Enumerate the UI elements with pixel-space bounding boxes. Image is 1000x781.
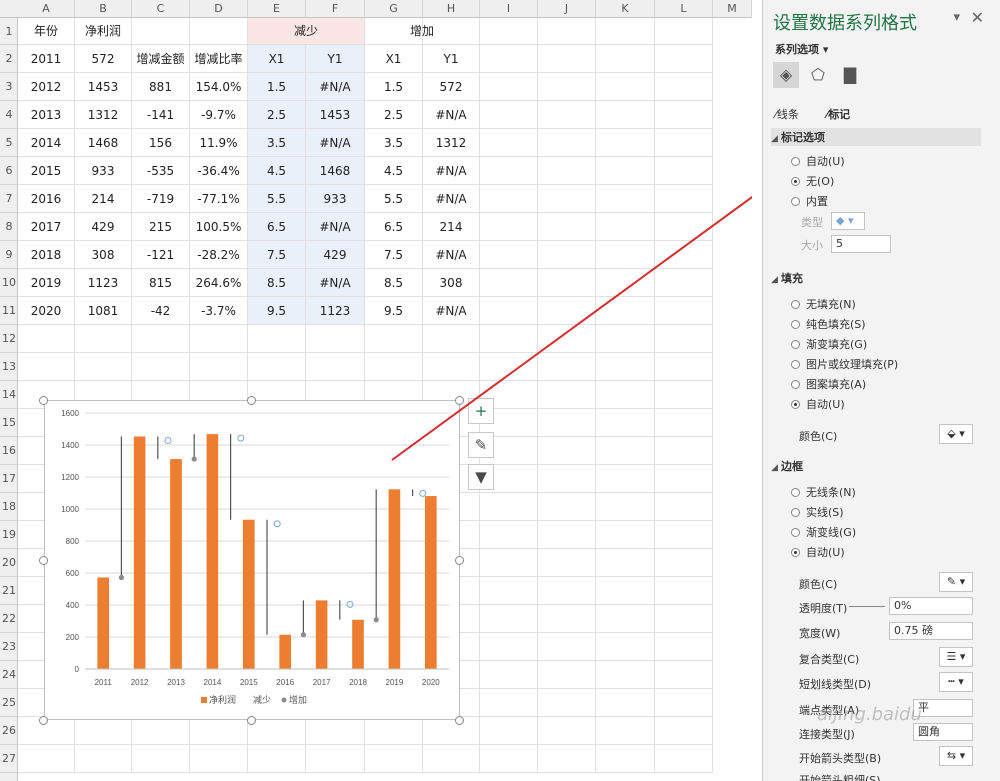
fill-color-button[interactable]: ⬙ ▾ (939, 424, 973, 444)
radio-marker-builtin[interactable]: 内置 (791, 193, 828, 209)
size-label: 大小 (801, 239, 823, 252)
pane-menu-icon[interactable]: ▾ (953, 10, 960, 25)
width-label: 宽度(W) (799, 627, 841, 640)
join-type-select[interactable]: 圆角 (913, 723, 973, 741)
radio-fill-auto[interactable]: 自动(U) (791, 396, 845, 412)
tab-marker[interactable]: ⁄标记 (826, 108, 862, 121)
radio-fill-pattern[interactable]: 图案填充(A) (791, 376, 866, 392)
spreadsheet-area[interactable]: 年份 净利润 减少 增加 2011 572 增减金额 增减比率 X1 Y1 X1 Y1 2012 1453… (0, 0, 752, 781)
width-input[interactable]: 0.75 磅 (889, 622, 973, 640)
arrow-begin-type-button[interactable]: ⇆ ▾ (939, 746, 973, 766)
dash-type-label: 短划线类型(D) (799, 678, 872, 691)
radio-marker-auto[interactable]: 自动(U) (791, 153, 845, 169)
pane-title: 设置数据系列格式 (773, 13, 917, 34)
section-marker-options[interactable]: ◢ 标记选项 (771, 128, 981, 146)
radio-fill-solid[interactable]: 纯色填充(S) (791, 316, 866, 332)
subtab-bar: ⁄线条 ⁄标记 (775, 106, 874, 122)
radio-border-gradient[interactable]: 渐变线(G) (791, 524, 856, 540)
close-icon[interactable]: ✕ (971, 8, 984, 27)
border-color-label: 颜色(C) (799, 578, 838, 591)
join-type-label: 连接类型(J) (799, 728, 855, 741)
section-fill[interactable]: ◢ 填充 (771, 270, 803, 286)
compound-type-label: 复合类型(C) (799, 653, 860, 666)
fill-color-label: 颜色(C) (799, 430, 838, 443)
radio-border-auto[interactable]: 自动(U) (791, 544, 845, 560)
fill-line-tab-icon[interactable]: ◈ (773, 62, 799, 88)
compound-type-button[interactable]: ☰ ▾ (939, 647, 973, 667)
cap-type-select[interactable]: 平 (913, 699, 973, 717)
transparency-input[interactable]: 0% (889, 597, 973, 615)
marker-type-select[interactable]: ◆ ▾ (831, 212, 865, 230)
marker-size-input[interactable]: 5 (831, 235, 891, 253)
transparency-label: 透明度(T) (799, 602, 848, 615)
section-border[interactable]: ◢ 边框 (771, 458, 803, 474)
radio-border-none[interactable]: 无线条(N) (791, 484, 856, 500)
series-options-tab-icon[interactable]: ▇ (837, 62, 863, 88)
watermark: aijing.baidu (817, 704, 922, 725)
effects-tab-icon[interactable]: ⬠ (805, 62, 831, 88)
arrow-begin-type-label: 开始箭头类型(B) (799, 752, 882, 765)
radio-fill-gradient[interactable]: 渐变填充(G) (791, 336, 867, 352)
border-color-button[interactable]: ✎ ▾ (939, 572, 973, 592)
radio-fill-picture[interactable]: 图片或纹理填充(P) (791, 356, 898, 372)
tab-line[interactable]: ⁄线条 (775, 108, 811, 121)
arrow-begin-size-label: 开始箭头粗细(S) (799, 774, 881, 781)
annotation-arrow (391, 195, 752, 461)
transparency-slider[interactable] (849, 606, 885, 607)
dash-type-button[interactable]: ┅ ▾ (939, 672, 973, 692)
radio-marker-none[interactable]: 无(O) (791, 173, 834, 189)
radio-border-solid[interactable]: 实线(S) (791, 504, 844, 520)
series-options-dropdown[interactable]: 系列选项 ▾ (775, 41, 828, 57)
format-series-pane[interactable]: 设置数据系列格式 ▾ ✕ 系列选项 ▾ ◈ ⬠ ▇ ⁄线条 ⁄标记 ◢ 标记选项 … (762, 0, 1000, 781)
radio-fill-none[interactable]: 无填充(N) (791, 296, 856, 312)
type-label: 类型 (801, 216, 823, 229)
